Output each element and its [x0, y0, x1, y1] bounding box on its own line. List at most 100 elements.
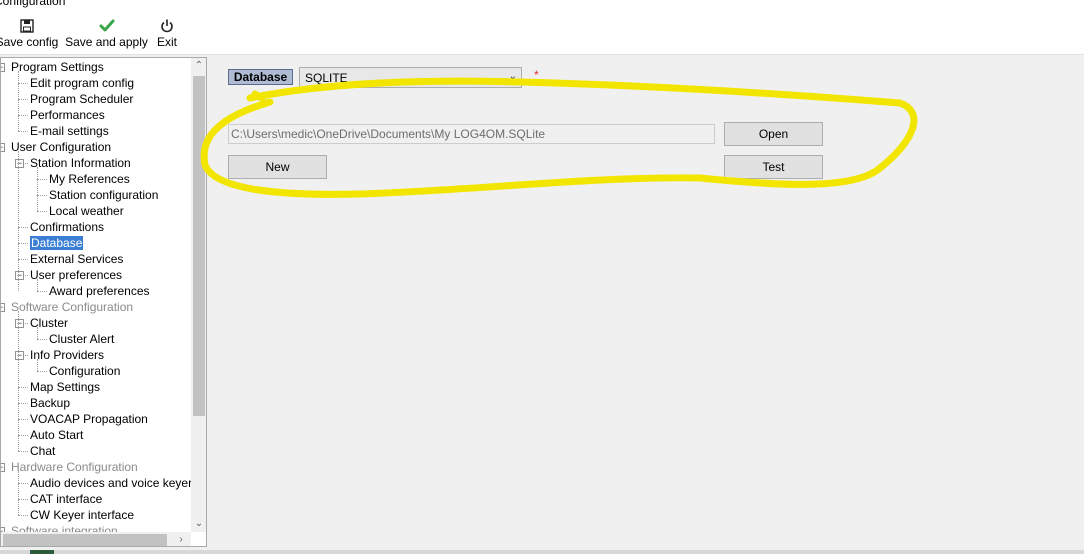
settings-tree[interactable]: Program Settings−Edit program configProg…: [0, 57, 207, 547]
taskbar-item: [30, 550, 54, 554]
collapse-toggle-icon[interactable]: −: [15, 319, 24, 328]
tree-connector: [37, 327, 38, 339]
tree-item-audio-devices[interactable]: Audio devices and voice keyer: [30, 475, 191, 491]
tree-item-info-providers[interactable]: Info Providers: [30, 347, 104, 363]
tree-connector: [37, 291, 47, 292]
tree-item-label: Confirmations: [30, 220, 105, 234]
test-button[interactable]: Test: [724, 155, 823, 179]
tree-item-user-configuration[interactable]: User Configuration: [11, 139, 111, 155]
tree-item-auto-start[interactable]: Auto Start: [30, 427, 83, 443]
tree-item-cluster[interactable]: Cluster: [30, 315, 68, 331]
tree-item-label: Backup: [30, 396, 71, 410]
tree-connector: [18, 311, 19, 451]
tree-item-voacap-propagation[interactable]: VOACAP Propagation: [30, 411, 148, 427]
tree-vertical-scroll-thumb[interactable]: [193, 76, 205, 416]
tree-item-label: Info Providers: [30, 348, 105, 362]
save-config-button[interactable]: Save config: [0, 14, 60, 54]
scroll-up-arrow-icon[interactable]: ⌃: [191, 58, 206, 74]
open-button[interactable]: Open: [724, 122, 823, 146]
tree-item-label: External Services: [30, 252, 124, 266]
tree-item-label: Chat: [30, 444, 56, 458]
tree-item-label: Cluster: [30, 316, 69, 330]
tree-item-label: Local weather: [49, 204, 124, 218]
collapse-toggle-icon[interactable]: −: [1, 303, 5, 312]
tree-item-software-configuration[interactable]: Software Configuration: [11, 299, 133, 315]
database-type-value: SQLITE: [305, 71, 348, 85]
tree-item-label: Software Configuration: [11, 300, 134, 314]
tree-item-email-settings[interactable]: E-mail settings: [30, 123, 109, 139]
tree-item-my-references[interactable]: My References: [49, 171, 130, 187]
tree-item-label: Hardware Configuration: [11, 460, 138, 474]
tree-item-cw-keyer-interface[interactable]: CW Keyer interface: [30, 507, 134, 523]
tree-item-map-settings[interactable]: Map Settings: [30, 379, 100, 395]
tree-item-chat[interactable]: Chat: [30, 443, 55, 459]
tree-item-cluster-alert[interactable]: Cluster Alert: [49, 331, 114, 347]
tree-item-label: E-mail settings: [30, 124, 109, 138]
tree-connector: [18, 451, 28, 452]
tree-item-label: Program Scheduler: [30, 92, 134, 106]
tree-item-award-preferences[interactable]: Award preferences: [49, 283, 150, 299]
tree-item-label: CAT interface: [30, 492, 103, 506]
collapse-toggle-icon[interactable]: −: [15, 271, 24, 280]
tree-item-database[interactable]: Database: [28, 235, 85, 251]
window-title: Configuration: [0, 0, 66, 8]
save-and-apply-button[interactable]: Save and apply: [64, 14, 149, 54]
collapse-toggle-icon[interactable]: −: [1, 63, 5, 72]
tree-item-user-preferences[interactable]: User preferences: [30, 267, 122, 283]
tree-item-station-configuration[interactable]: Station configuration: [49, 187, 158, 203]
database-type-select[interactable]: SQLITE ⌄: [299, 67, 522, 88]
tree-item-label: Audio devices and voice keyer: [30, 476, 191, 490]
collapse-toggle-icon[interactable]: −: [15, 159, 24, 168]
tree-item-edit-program-config[interactable]: Edit program config: [30, 75, 134, 91]
tree-horizontal-scroll-thumb[interactable]: [3, 534, 167, 546]
tree-connector: [18, 83, 28, 84]
tree-vertical-scrollbar[interactable]: ⌃ ⌄: [191, 58, 206, 532]
collapse-toggle-icon[interactable]: −: [1, 463, 5, 472]
tree-item-label: Station Information: [30, 156, 131, 170]
checkmark-icon: [99, 19, 114, 32]
tree-connector: [37, 195, 47, 196]
collapse-toggle-icon[interactable]: −: [1, 143, 5, 152]
tree-item-hardware-configuration[interactable]: Hardware Configuration: [11, 459, 138, 475]
taskbar-strip: [0, 550, 1084, 554]
tree-item-performances[interactable]: Performances: [30, 107, 105, 123]
tree-item-local-weather[interactable]: Local weather: [49, 203, 124, 219]
tree-item-software-integration[interactable]: Software integration: [11, 523, 118, 532]
tree-item-external-services[interactable]: External Services: [30, 251, 123, 267]
tree-item-label: VOACAP Propagation: [30, 412, 148, 426]
tree-connector: [37, 359, 38, 371]
scroll-right-arrow-icon[interactable]: ›: [173, 532, 189, 546]
tree-item-cat-interface[interactable]: CAT interface: [30, 491, 102, 507]
toolbar: Save config Save and apply Exit: [0, 14, 1084, 55]
exit-button[interactable]: Exit: [153, 14, 181, 54]
tree-item-label: Program Settings: [11, 60, 104, 74]
database-label: Database: [228, 69, 293, 85]
chevron-down-icon: ⌄: [508, 71, 517, 82]
tree-item-label: Map Settings: [30, 380, 101, 394]
tree-connector: [18, 71, 19, 131]
floppy-disk-icon: [20, 19, 34, 33]
tree-horizontal-scrollbar[interactable]: ›: [1, 532, 191, 546]
window-titlebar: Configuration: [0, 0, 1084, 14]
tree-item-backup[interactable]: Backup: [30, 395, 70, 411]
tree-connector: [18, 471, 19, 515]
tree-item-label: Edit program config: [30, 76, 135, 90]
scroll-down-arrow-icon[interactable]: ⌄: [191, 516, 206, 532]
tree-item-info-providers-configuration[interactable]: Configuration: [49, 363, 120, 379]
collapse-toggle-icon[interactable]: −: [15, 351, 24, 360]
tree-connector: [37, 279, 38, 291]
tree-connector: [18, 387, 28, 388]
tree-item-confirmations[interactable]: Confirmations: [30, 219, 104, 235]
database-path-field[interactable]: C:\Users\medic\OneDrive\Documents\My LOG…: [228, 124, 715, 144]
tree-item-program-settings[interactable]: Program Settings: [11, 59, 104, 75]
tree-connector: [18, 243, 28, 244]
tree-connector: [18, 99, 28, 100]
tree-item-label: My References: [49, 172, 130, 186]
power-icon: [161, 19, 173, 33]
tree-connector: [18, 483, 28, 484]
new-button[interactable]: New: [228, 155, 327, 179]
tree-item-label: Performances: [30, 108, 105, 122]
tree-item-label: Configuration: [49, 364, 121, 378]
tree-item-program-scheduler[interactable]: Program Scheduler: [30, 91, 133, 107]
tree-item-station-information[interactable]: Station Information: [30, 155, 131, 171]
